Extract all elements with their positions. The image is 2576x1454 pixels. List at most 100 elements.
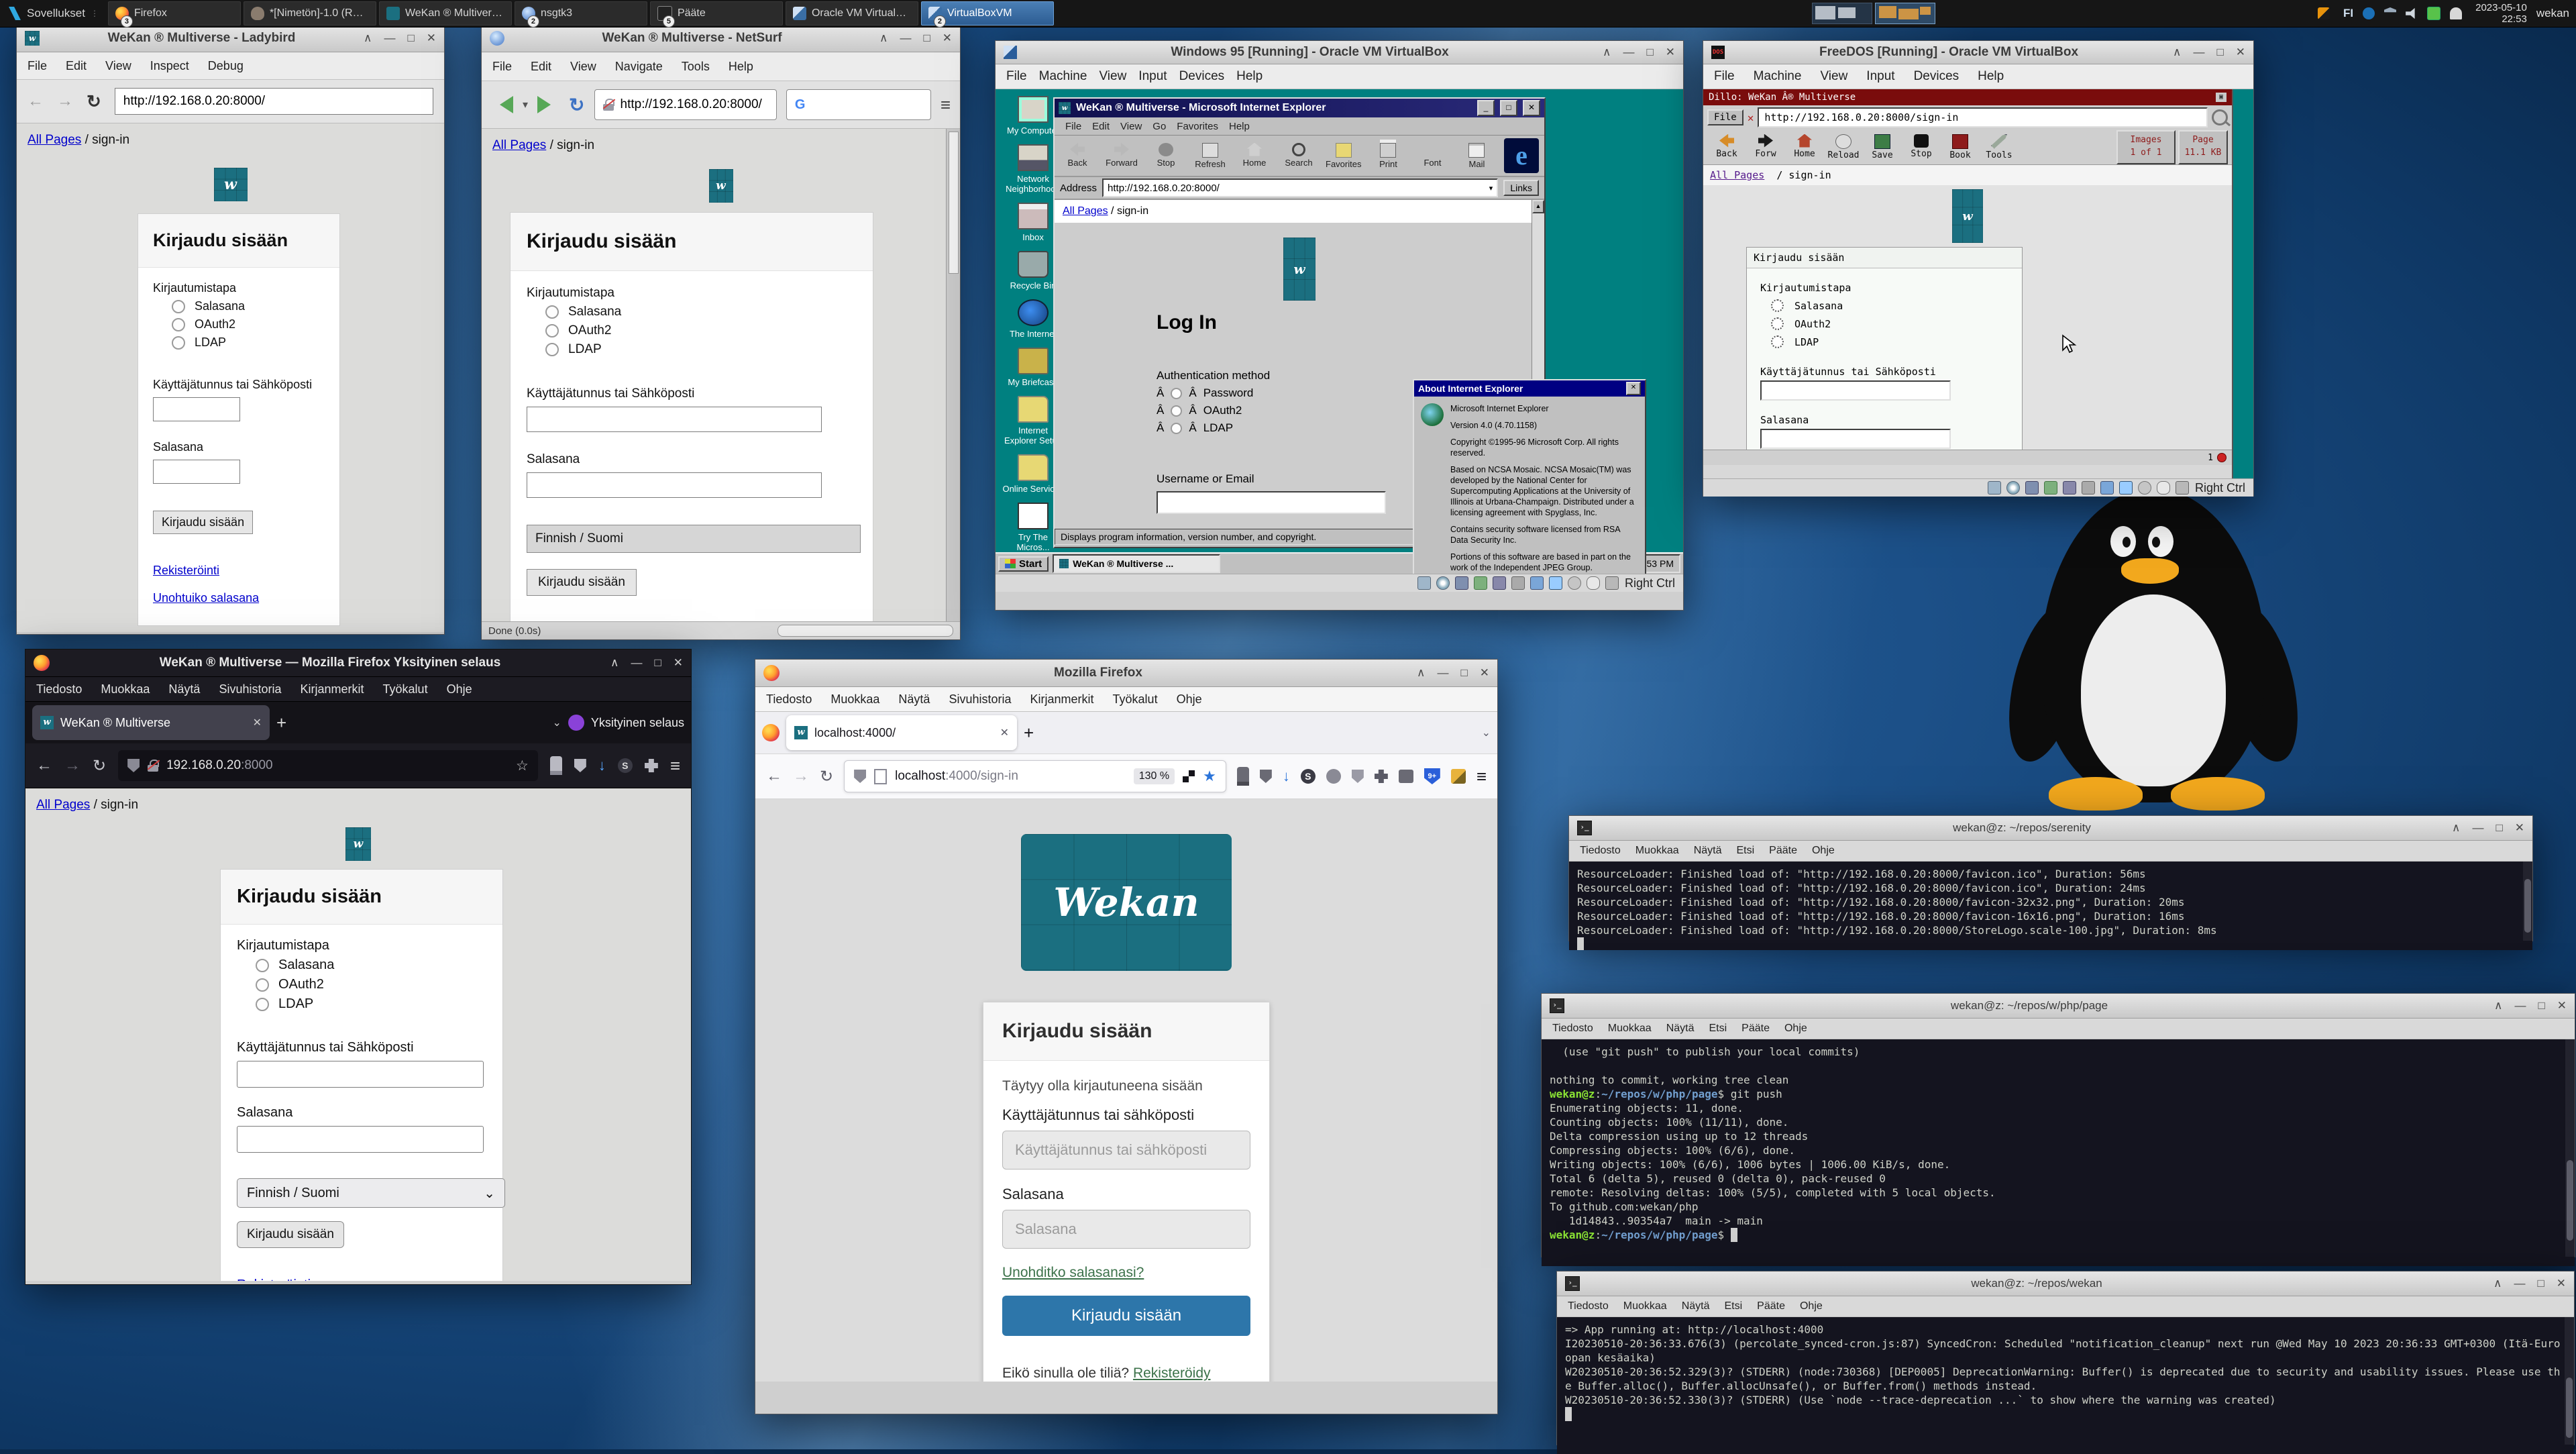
maximize-button[interactable]: □: [2496, 821, 2502, 835]
shade-button[interactable]: ∧: [1603, 46, 1611, 59]
menu-item[interactable]: Kirjanmerkit: [1030, 692, 1094, 707]
file-menu-button[interactable]: File: [1707, 109, 1743, 125]
all-pages-link[interactable]: All Pages: [1710, 169, 1764, 181]
auth-radio-option[interactable]: OAuth2: [545, 323, 857, 338]
terminal-output[interactable]: ResourceLoader: Finished load of: "http:…: [1569, 862, 2532, 950]
close-tab-icon[interactable]: ✕: [1000, 726, 1009, 739]
toolbar-button[interactable]: Print: [1371, 143, 1405, 169]
menu-item[interactable]: View: [1120, 121, 1142, 132]
reload-button[interactable]: ↻: [93, 756, 106, 776]
display-icon[interactable]: [2119, 481, 2133, 495]
radio-icon[interactable]: [172, 318, 185, 331]
username-input[interactable]: [1760, 380, 1951, 401]
menu-item[interactable]: Sivuhistoria: [949, 692, 1011, 707]
audio-icon[interactable]: [2044, 481, 2057, 495]
shade-button[interactable]: ∧: [2452, 821, 2460, 835]
extensions-puzzle-icon[interactable]: [645, 759, 658, 772]
protections-dashboard-icon[interactable]: [1260, 770, 1272, 783]
menu-item[interactable]: Devices: [1179, 69, 1225, 84]
menu-item[interactable]: Tools: [682, 60, 710, 74]
forward-button[interactable]: →: [57, 92, 73, 111]
minimize-button[interactable]: ―: [2472, 821, 2483, 835]
shade-button[interactable]: ∧: [879, 32, 888, 45]
close-button[interactable]: ✕: [2557, 1277, 2566, 1290]
login-button[interactable]: Kirjaudu sisään: [153, 511, 253, 534]
tracking-protection-shield-icon[interactable]: [127, 759, 140, 772]
toolbar-button[interactable]: Home: [1785, 134, 1824, 160]
taskbar-window-button[interactable]: nsgtk3 2: [515, 1, 647, 25]
menu-item[interactable]: Machine: [1039, 69, 1087, 84]
extensions-puzzle-icon[interactable]: [1375, 770, 1388, 783]
vbox-titlebar[interactable]: DOS FreeDOS [Running] - Oracle VM Virtua…: [1703, 41, 2253, 64]
menu-item[interactable]: Etsi: [1737, 845, 1755, 857]
menu-item[interactable]: Muokkaa: [1623, 1300, 1667, 1312]
hdd-icon[interactable]: [1988, 481, 2001, 495]
shade-button[interactable]: ∧: [2173, 46, 2181, 59]
menu-item[interactable]: Näytä: [898, 692, 930, 707]
toolbar-button[interactable]: Favorites: [1326, 143, 1361, 169]
menu-item[interactable]: File: [492, 60, 512, 74]
page-info-icon[interactable]: [874, 769, 887, 784]
language-select[interactable]: Finnish / Suomi: [527, 525, 861, 553]
ultrawidify-extension-icon[interactable]: [1352, 770, 1364, 783]
protections-dashboard-icon[interactable]: [574, 759, 586, 772]
maximize-button[interactable]: □: [407, 32, 414, 45]
shade-button[interactable]: ∧: [2493, 1277, 2502, 1290]
auth-radio-option[interactable]: OAuth2: [1771, 317, 2008, 330]
close-button[interactable]: ✕: [943, 32, 952, 45]
menu-item[interactable]: Edit: [531, 60, 551, 74]
auth-radio-option[interactable]: Salasana: [172, 299, 325, 313]
menu-item[interactable]: File: [1714, 69, 1735, 84]
login-button[interactable]: Kirjaudu sisään: [527, 569, 637, 596]
auth-radio-option[interactable]: Salasana: [1771, 299, 2008, 312]
menu-item[interactable]: Help: [1978, 69, 2004, 84]
horizontal-scrollbar[interactable]: [777, 625, 953, 637]
maximize-button[interactable]: □: [923, 32, 930, 45]
menu-item[interactable]: Etsi: [1725, 1300, 1743, 1312]
url-bar[interactable]: 192.168.0.20:8000 ☆: [118, 750, 538, 781]
minimize-button[interactable]: ―: [2514, 1277, 2525, 1290]
screenshot-extension-icon[interactable]: [1326, 769, 1341, 784]
menu-item[interactable]: Muokkaa: [1608, 1023, 1652, 1035]
all-pages-link[interactable]: All Pages: [28, 133, 81, 147]
back-button[interactable]: ←: [28, 92, 44, 111]
auth-radio-option[interactable]: LDAP: [172, 335, 325, 350]
toolbar-button[interactable]: Stop: [1148, 143, 1183, 169]
singlefile-extension-icon[interactable]: S: [618, 758, 633, 773]
toolbar-button[interactable]: Refresh: [1193, 143, 1228, 169]
list-tabs-icon[interactable]: ⌄: [1482, 726, 1491, 739]
auth-radio-option[interactable]: OAuth2: [172, 317, 325, 331]
username-input[interactable]: [527, 407, 822, 432]
url-bar[interactable]: http://192.168.0.20:8000/: [115, 88, 433, 115]
menu-item[interactable]: Näytä: [168, 682, 200, 696]
menu-item[interactable]: Help: [1229, 121, 1250, 132]
register-link[interactable]: Rekisteröidy: [1133, 1365, 1211, 1381]
tracking-protection-shield-icon[interactable]: [854, 770, 866, 783]
radio-icon[interactable]: [172, 336, 185, 350]
username-input[interactable]: [1157, 491, 1386, 514]
taskbar-window-button[interactable]: Pääte 5: [650, 1, 783, 25]
close-tab-icon[interactable]: ✕: [253, 716, 262, 729]
taskbar-window-button[interactable]: VirtualBoxVM 2: [921, 1, 1054, 25]
toolbar-button[interactable]: Tools: [1980, 134, 2019, 160]
bookmark-star-icon[interactable]: ★: [1203, 768, 1216, 785]
menu-icon[interactable]: ≡: [670, 756, 680, 776]
menu-item[interactable]: Machine: [1754, 69, 1802, 84]
taskbar-window-button[interactable]: Firefox 3: [108, 1, 241, 25]
address-bar[interactable]: http://192.168.0.20:8000/▾: [1102, 178, 1498, 197]
menu-item[interactable]: Tiedosto: [36, 682, 82, 696]
bug-icon[interactable]: [2217, 453, 2226, 462]
menu-item[interactable]: Devices: [1914, 69, 1960, 84]
menu-item[interactable]: Työkalut: [1113, 692, 1158, 707]
netsurf-titlebar[interactable]: WeKan ® Multiverse - NetSurf ∧―□✕: [482, 25, 960, 52]
password-input[interactable]: [1760, 429, 1951, 449]
reload-button[interactable]: ↻: [569, 94, 584, 116]
shade-button[interactable]: ∧: [1417, 666, 1425, 680]
auth-radio-option[interactable]: Salasana: [545, 305, 857, 319]
close-button[interactable]: ✕: [1480, 666, 1489, 680]
menu-item[interactable]: Työkalut: [383, 682, 428, 696]
back-history-dropdown[interactable]: ▾: [523, 98, 528, 111]
password-input[interactable]: [527, 472, 822, 498]
maximize-button[interactable]: □: [2216, 46, 2223, 59]
menu-item[interactable]: Kirjanmerkit: [301, 682, 364, 696]
